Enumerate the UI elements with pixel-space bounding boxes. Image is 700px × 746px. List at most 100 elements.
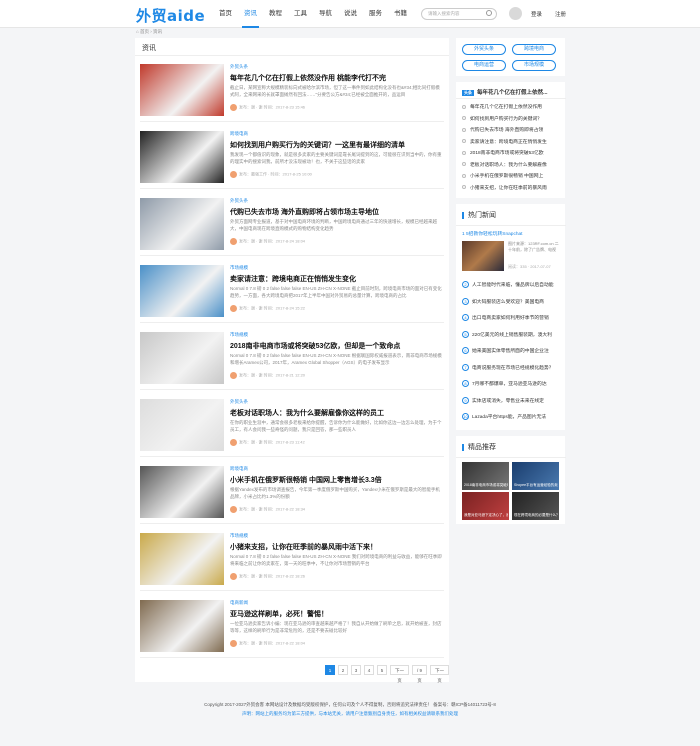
recommend-card[interactable]: 现在跨境电商的必要是什么？ bbox=[512, 492, 559, 520]
recommend-card[interactable]: Shopee平台有运营经验的卖家有哪些 bbox=[512, 462, 559, 490]
page-5[interactable]: 5 bbox=[377, 665, 387, 675]
article-meta-text: 发布：谢 · 谢 时间：2017-8-23 11:42 bbox=[239, 439, 305, 445]
nav-navigation[interactable]: 导航 bbox=[313, 0, 338, 28]
top-list-item-text: 小米手机在俄罗斯很畅销 中国网上 bbox=[470, 174, 544, 179]
article-thumbnail[interactable] bbox=[140, 399, 224, 451]
nav-talk[interactable]: 说说 bbox=[338, 0, 363, 28]
article-category[interactable]: 外贸头条 bbox=[230, 64, 248, 70]
article-category[interactable]: 电商新闻 bbox=[230, 600, 248, 606]
article-item[interactable]: 跨境电商 如何找到用户购买行为的关键词？一这里有最详细的清单 我发现一个都值识的现象… bbox=[140, 129, 444, 189]
article-category[interactable]: 外贸头条 bbox=[230, 399, 248, 405]
article-category[interactable]: 市场规模 bbox=[230, 265, 248, 271]
article-title[interactable]: 每年花几个亿在打假上依然没作用 桃能李代打不完 bbox=[230, 73, 386, 83]
article-category[interactable]: 跨境电商 bbox=[230, 466, 248, 472]
nav-service[interactable]: 服务 bbox=[363, 0, 388, 28]
tag-foreign-trade[interactable]: 外贸头条 bbox=[462, 44, 506, 55]
hot-news-item[interactable]: 6 她来美国实体零售所面的中国企业注 bbox=[462, 347, 562, 355]
nav-tools[interactable]: 工具 bbox=[288, 0, 313, 28]
top-list-item[interactable]: 老板对话职场人：我为什么要解雇像 bbox=[462, 161, 562, 168]
recommend-card[interactable]: 我是对亚马逊下定决心了，我受够了 bbox=[462, 492, 509, 520]
page-4[interactable]: 4 bbox=[364, 665, 374, 675]
top-list-item[interactable]: 每年花几个亿在打假上依然没作用 bbox=[462, 103, 562, 110]
article-thumbnail[interactable] bbox=[140, 466, 224, 518]
hot-news-item[interactable]: 9 实体店或消失，零售业未来在线定 bbox=[462, 396, 562, 404]
article-title[interactable]: 卖家请注意：跨境电商正在悄悄发生变化 bbox=[230, 274, 356, 284]
hot-news-item[interactable]: 4 出口电商卖家如何利用好季节的营销 bbox=[462, 314, 562, 322]
top-list-item[interactable]: 2018南非电商市场或将突破53亿欧 bbox=[462, 149, 562, 156]
hot-feature-title[interactable]: 1 5招教你轻松玩转Snapchat bbox=[462, 230, 562, 237]
bullet-icon bbox=[462, 127, 466, 132]
hot-news-item-text: 7月哪不都爆单，亚马逊亚马逊的达 bbox=[472, 382, 547, 387]
nav-home[interactable]: 首页 bbox=[213, 0, 238, 28]
article-item[interactable]: 市场规模 小猪来支招，让你在旺季前的暴风雨中活下来！ Normal 0 7.8 磅 … bbox=[140, 531, 444, 591]
article-summary: Normal 0 7.8 磅 0 2 false false false EN-… bbox=[230, 286, 442, 298]
page-3[interactable]: 3 bbox=[351, 665, 361, 675]
hot-news-item[interactable]: 2 人工智能时代来临，懂品牌以后自动能 bbox=[462, 281, 562, 289]
hot-feature-thumb[interactable] bbox=[462, 241, 504, 271]
user-avatar[interactable] bbox=[509, 7, 522, 20]
article-item[interactable]: 市场规模 2018南非电商市场或将突破53亿欧，但却是一个致命点 Normal 0 … bbox=[140, 330, 444, 390]
page-2[interactable]: 2 bbox=[338, 665, 348, 675]
article-thumbnail[interactable] bbox=[140, 533, 224, 585]
article-thumbnail[interactable] bbox=[140, 332, 224, 384]
top-list-headline[interactable]: 头条 每年花几个亿在打假上依然... bbox=[462, 88, 562, 96]
article-title[interactable]: 2018南非电商市场或将突破53亿欧，但却是一个致命点 bbox=[230, 341, 400, 351]
article-title[interactable]: 小猪来支招，让你在旺季前的暴风雨中活下来！ bbox=[230, 542, 377, 552]
article-item[interactable]: 市场规模卖家请注意：跨境电商正在悄悄发生变化 Normal 0 7.8 磅 0 2… bbox=[140, 263, 444, 323]
top-list-item[interactable]: 代购已失去市场 海外直购即将占领 bbox=[462, 126, 562, 133]
nav-news[interactable]: 资讯 bbox=[238, 0, 263, 28]
hot-news-item[interactable]: 3 如大码服装店么受欢迎？美国电商 bbox=[462, 297, 562, 305]
article-category[interactable]: 市场规模 bbox=[230, 332, 248, 338]
search-input[interactable]: 请输入搜索内容 bbox=[421, 8, 497, 20]
hot-news-item[interactable]: 5 220亿美元的线上销售服装期，澳大利 bbox=[462, 330, 562, 338]
article-thumbnail[interactable] bbox=[140, 131, 224, 183]
top-list-item[interactable]: 卖家请注意：跨境电商正在悄悄发生 bbox=[462, 138, 562, 145]
article-title[interactable]: 如何找到用户购买行为的关键词？一这里有最详细的清单 bbox=[230, 140, 405, 150]
top-list-headline-text: 每年花几个亿在打假上依然... bbox=[477, 90, 548, 96]
article-thumbnail[interactable] bbox=[140, 64, 224, 116]
top-list-item[interactable]: 如何找到用户购买行为的关键词？ bbox=[462, 115, 562, 122]
article-category[interactable]: 外贸头条 bbox=[230, 198, 248, 204]
article-category[interactable]: 跨境电商 bbox=[230, 131, 248, 137]
recommend-card-label: 我是对亚马逊下定决心了，我受够了 bbox=[464, 513, 508, 517]
tag-market[interactable]: 市场规模 bbox=[512, 60, 556, 71]
article-item[interactable]: 外贸头条 每年花几个亿在打假上依然没作用 桃能李代打不完 截止日，某网宣称大规模精装… bbox=[140, 62, 444, 122]
article-meta: 发布：谢 · 谢 时间：2017-8-22 18:04 bbox=[230, 640, 305, 647]
article-thumbnail[interactable] bbox=[140, 265, 224, 317]
article-title[interactable]: 老板对话职场人：我为什么要解雇像你这样的员工 bbox=[230, 408, 384, 418]
page-total: / 9页 bbox=[411, 665, 428, 683]
site-logo[interactable]: 外贸aide bbox=[136, 5, 205, 26]
article-meta-text: 发布：谢 · 谢 时间：2017-8-21 12:20 bbox=[239, 372, 306, 378]
article-category[interactable]: 市场规模 bbox=[230, 533, 248, 539]
breadcrumb-text[interactable]: 首页 › 资讯 bbox=[140, 29, 162, 34]
article-item[interactable]: 外贸头条 代购已失去市场 海外直购即将占领市场主导地位 外贸方面网专业报道，基于对中… bbox=[140, 196, 444, 256]
article-thumbnail[interactable] bbox=[140, 600, 224, 652]
article-thumbnail[interactable] bbox=[140, 198, 224, 250]
article-item[interactable]: 外贸头条 老板对话职场人：我为什么要解雇像你这样的员工 在你的职业生涯中，通常会很多… bbox=[140, 397, 444, 457]
register-link[interactable]: 注册 bbox=[555, 10, 566, 18]
page-last[interactable]: 下一页 bbox=[430, 665, 449, 683]
article-title[interactable]: 代购已失去市场 海外直购即将占领市场主导地位 bbox=[230, 207, 379, 217]
nav-books[interactable]: 书籍 bbox=[388, 0, 413, 28]
tag-crossborder[interactable]: 跨境电商 bbox=[512, 44, 556, 55]
article-title[interactable]: 亚马逊这样刷单，必死！警惕！ bbox=[230, 609, 328, 619]
search-icon[interactable] bbox=[486, 10, 492, 16]
top-list-item[interactable]: 小猪来支招，让你在旺季前的暴风雨 bbox=[462, 184, 562, 191]
recommend-card[interactable]: 2018南非电商市场或将突破53亿欧 bbox=[462, 462, 509, 490]
nav-tutorial[interactable]: 教程 bbox=[263, 0, 288, 28]
page-1[interactable]: 1 bbox=[325, 665, 335, 675]
article-title[interactable]: 小米手机在俄罗斯很畅销 中国网上零售增长3.3倍 bbox=[230, 475, 382, 485]
login-link[interactable]: 登录 bbox=[531, 10, 542, 18]
article-item[interactable]: 跨境电商 小米手机在俄罗斯很畅销 中国网上零售增长3.3倍 根据Yandex发布的市… bbox=[140, 464, 444, 524]
tag-operation[interactable]: 电商运营 bbox=[462, 60, 506, 71]
article-meta: 发布：最强工作 · 时间：2017-8-25 10:00 bbox=[230, 171, 312, 178]
top-list-item[interactable]: 小米手机在俄罗斯很畅销 中国网上 bbox=[462, 172, 562, 179]
page-next[interactable]: 下一页 bbox=[390, 665, 409, 683]
hot-news-item[interactable]: 8 7月哪不都爆单，亚马逊亚马逊的达 bbox=[462, 380, 562, 388]
hot-news-item[interactable]: 10 Lazada平台https能，产品图片无法 bbox=[462, 413, 562, 421]
hot-news-item[interactable]: 7 电商说服务现在市场已经规模化趋势？ bbox=[462, 363, 562, 371]
author-avatar bbox=[230, 573, 237, 580]
tag-panel: 外贸头条 跨境电商 电商运营 市场规模 bbox=[456, 38, 565, 76]
article-item[interactable]: 电商新闻 亚马逊这样刷单，必死！警惕！ 一位亚马逊卖家告诉小编：现在亚马逊的审查越来… bbox=[140, 598, 444, 658]
footer-disclaimer[interactable]: 声明：网站上的服务均为第三方提供，与本站无关，请用户注意甄别自身责任，如有相关权… bbox=[0, 709, 700, 718]
